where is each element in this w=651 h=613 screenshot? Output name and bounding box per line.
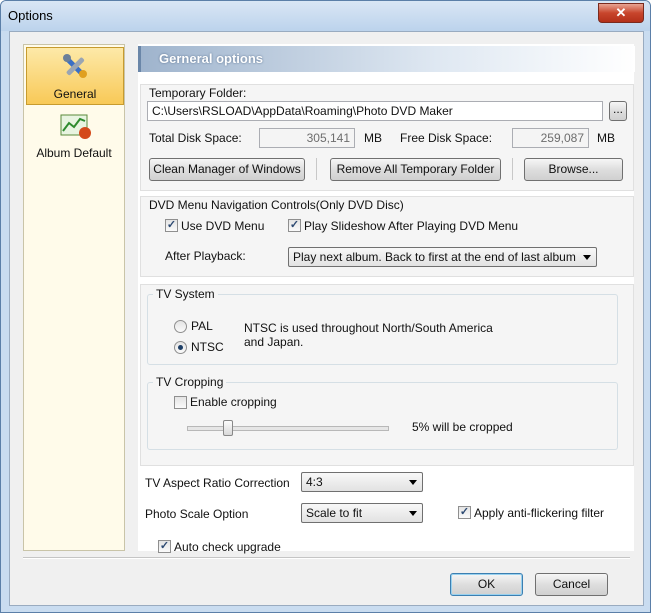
browse-button[interactable]: Browse... (524, 158, 623, 181)
dialog-client: General Album Default Gerneral options T… (9, 31, 644, 606)
cropping-slider-track[interactable] (187, 426, 389, 431)
close-button[interactable]: ✕ (598, 3, 644, 23)
photo-scale-label: Photo Scale Option (145, 507, 249, 521)
total-disk-space-unit: MB (364, 131, 382, 145)
ok-button[interactable]: OK (450, 573, 523, 596)
aspect-ratio-value: 4:3 (306, 475, 323, 489)
enable-cropping-checkbox[interactable] (174, 396, 187, 409)
panel-header: Gerneral options (138, 46, 635, 72)
auto-upgrade-checkbox[interactable]: ✓ (158, 540, 171, 553)
button-separator (316, 158, 317, 180)
sidebar-item-album-default[interactable]: Album Default (26, 107, 122, 163)
sidebar-item-general[interactable]: General (26, 47, 124, 105)
window-title: Options (8, 8, 53, 23)
close-icon: ✕ (615, 5, 627, 20)
tv-cropping-legend: TV Cropping (153, 375, 227, 389)
anti-flicker-label[interactable]: Apply anti-flickering filter (474, 506, 604, 520)
temp-folder-group: Temporary Folder: C:\Users\RSLOAD\AppDat… (140, 84, 634, 191)
tv-system-description: NTSC is used throughout North/South Amer… (244, 321, 493, 349)
chevron-down-icon (409, 480, 417, 485)
aspect-ratio-label: TV Aspect Ratio Correction (145, 476, 290, 490)
chart-icon (60, 114, 91, 139)
free-disk-space-value: 259,087 (512, 128, 589, 148)
clean-manager-button[interactable]: Clean Manager of Windows (149, 158, 305, 181)
auto-upgrade-label[interactable]: Auto check upgrade (174, 540, 281, 554)
total-disk-space-label: Total Disk Space: (149, 131, 242, 145)
after-playback-label: After Playback: (165, 249, 246, 263)
enable-cropping-label[interactable]: Enable cropping (190, 395, 277, 409)
dvd-menu-legend: DVD Menu Navigation Controls(Only DVD Di… (149, 198, 404, 212)
temp-folder-label: Temporary Folder: (149, 86, 247, 100)
free-disk-space-unit: MB (597, 131, 615, 145)
options-panel: Gerneral options Temporary Folder: C:\Us… (138, 44, 635, 554)
after-playback-value: Play next album. Back to first at the en… (293, 250, 576, 264)
play-slideshow-label[interactable]: Play Slideshow After Playing DVD Menu (304, 219, 518, 233)
play-slideshow-checkbox[interactable]: ✓ (288, 219, 301, 232)
ntsc-label[interactable]: NTSC (191, 340, 224, 354)
use-dvd-menu-label[interactable]: Use DVD Menu (181, 219, 264, 233)
photo-scale-value: Scale to fit (306, 506, 363, 520)
ntsc-radio[interactable] (174, 341, 187, 354)
remove-temp-folders-button[interactable]: Remove All Temporary Folder (330, 158, 501, 181)
aspect-ratio-select[interactable]: 4:3 (301, 472, 423, 492)
photo-scale-select[interactable]: Scale to fit (301, 503, 423, 523)
browse-dots-button[interactable]: ... (609, 101, 627, 121)
radio-selected-dot (178, 345, 183, 350)
pal-label[interactable]: PAL (191, 319, 213, 333)
pal-radio[interactable] (174, 320, 187, 333)
free-disk-space-label: Free Disk Space: (400, 131, 493, 145)
sidebar: General Album Default (23, 44, 125, 551)
anti-flicker-checkbox[interactable]: ✓ (458, 506, 471, 519)
cancel-button[interactable]: Cancel (535, 573, 608, 596)
chevron-down-icon (583, 255, 591, 260)
dvd-menu-group: DVD Menu Navigation Controls(Only DVD Di… (140, 196, 634, 277)
sidebar-item-label: Album Default (36, 146, 112, 160)
after-playback-select[interactable]: Play next album. Back to first at the en… (288, 247, 597, 267)
tv-settings-group: TV System PAL NTSC NTSC is used througho… (140, 284, 634, 466)
footer-divider (23, 557, 630, 559)
panel-title: Gerneral options (159, 51, 264, 66)
options-window: Options ✕ General Album Default Gerneral… (0, 0, 651, 613)
tools-icon (63, 54, 87, 78)
temp-folder-path-field[interactable]: C:\Users\RSLOAD\AppData\Roaming\Photo DV… (147, 101, 603, 121)
total-disk-space-value: 305,141 (259, 128, 355, 148)
tv-system-legend: TV System (153, 287, 218, 301)
sidebar-item-label: General (53, 87, 97, 101)
use-dvd-menu-checkbox[interactable]: ✓ (165, 219, 178, 232)
chevron-down-icon (409, 511, 417, 516)
cropping-slider-thumb[interactable] (223, 420, 233, 436)
crop-percent-text: 5% will be cropped (412, 420, 513, 434)
tv-cropping-frame (147, 382, 618, 450)
title-bar[interactable]: Options ✕ (1, 1, 650, 31)
button-separator (512, 158, 513, 180)
